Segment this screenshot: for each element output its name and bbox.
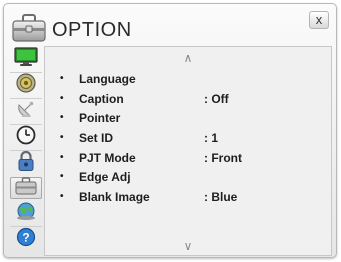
menu-item-set-id[interactable]: • Set ID : 1	[45, 130, 331, 150]
sidebar-item-lock[interactable]	[10, 150, 42, 177]
menu-item-pjt-mode[interactable]: • PJT Mode : Front	[45, 150, 331, 170]
bullet: •	[60, 191, 64, 203]
menu-item-label: Language	[79, 72, 136, 86]
svg-text:?: ?	[22, 230, 29, 244]
sidebar-item-network[interactable]	[10, 202, 42, 224]
menu-item-label: Pointer	[79, 111, 121, 126]
globe-icon	[15, 201, 37, 226]
menu-item-label: Caption	[79, 91, 124, 106]
option-menu-list: • Language • Caption : Off • Pointer • S…	[45, 71, 331, 209]
menu-item-label: Blank Image	[79, 190, 150, 205]
menu-item-edge-adj[interactable]: • Edge Adj	[45, 169, 331, 189]
scroll-down-arrow[interactable]: ∨	[45, 239, 331, 253]
bullet: •	[60, 171, 64, 183]
sidebar-item-picture[interactable]	[10, 46, 42, 72]
menu-item-label: Edge Adj	[79, 170, 131, 185]
scroll-up-arrow[interactable]: ∧	[45, 51, 331, 65]
sidebar-item-setup[interactable]	[10, 100, 42, 122]
option-window: OPTION x ? ∧ • Language • Caption: Off …	[3, 3, 337, 258]
menu-item-value: : Off	[204, 91, 229, 106]
menu-item-language[interactable]: • Language	[45, 71, 331, 91]
bullet: •	[60, 151, 64, 163]
window-header: OPTION x	[4, 4, 336, 46]
close-button[interactable]: x	[309, 11, 329, 29]
menu-item-value: : Blue	[204, 190, 238, 205]
speaker-icon	[16, 72, 36, 98]
sidebar-item-option[interactable]	[10, 176, 42, 200]
clock-icon	[16, 125, 36, 150]
monitor-icon	[14, 46, 38, 72]
menu-item-pointer[interactable]: • Pointer	[45, 110, 331, 130]
menu-item-blank-image[interactable]: • Blank Image : Blue	[45, 189, 331, 209]
satellite-dish-icon	[16, 99, 36, 124]
bullet: •	[60, 73, 64, 84]
option-settings-panel: ∧ • Language • Caption : Off • Pointer •…	[44, 46, 332, 256]
question-icon: ?	[16, 227, 36, 252]
sidebar-item-audio[interactable]	[10, 72, 42, 98]
menu-item-value: : Front	[204, 150, 242, 165]
sidebar-item-support[interactable]: ?	[10, 227, 42, 252]
bullet: •	[60, 112, 64, 124]
sidebar-item-time[interactable]	[10, 125, 42, 150]
menu-item-label: PJT Mode	[79, 150, 136, 165]
category-sidebar: ?	[10, 46, 42, 256]
briefcase-icon	[15, 176, 37, 200]
bullet: •	[60, 132, 64, 144]
page-title: OPTION	[52, 19, 132, 41]
menu-item-value: : 1	[204, 131, 219, 146]
lock-icon	[16, 150, 36, 177]
briefcase-icon	[11, 13, 47, 43]
bullet: •	[60, 92, 64, 104]
menu-item-label: Set ID	[79, 131, 114, 146]
menu-item-caption[interactable]: • Caption : Off	[45, 91, 331, 111]
